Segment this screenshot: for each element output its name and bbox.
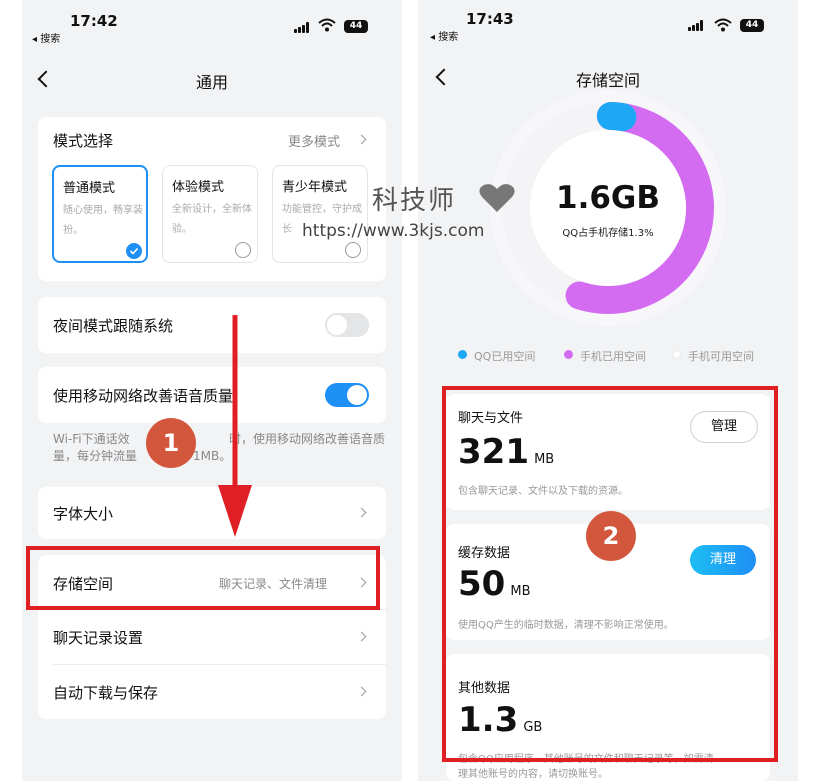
highlight-box-sections: [442, 386, 778, 762]
toggle-knob: [347, 385, 367, 405]
back-to-app-link[interactable]: ◂ 搜索: [32, 30, 60, 45]
legend-dot-available: [672, 350, 681, 359]
chat-settings-label: 聊天记录设置: [53, 629, 144, 647]
mobile-voice-desc-1: Wi-Fi下通话效: [53, 432, 130, 446]
wifi-icon: [318, 18, 336, 36]
legend-label-available: 手机可用空间: [688, 350, 754, 363]
highlight-box-storage: [26, 546, 380, 610]
ring-center-subtitle: QQ占手机存储1.3%: [562, 228, 654, 239]
mode-title: 青少年模式: [282, 180, 348, 195]
watermark-url: https://www.3kjs.com: [302, 221, 485, 241]
signal-icon: [294, 22, 312, 33]
mode-select-title: 模式选择: [53, 132, 114, 150]
radio-icon[interactable]: [235, 242, 251, 258]
mode-option-normal[interactable]: 普通模式 随心使用，畅享装扮。: [52, 165, 148, 263]
mode-title: 普通模式: [63, 181, 116, 196]
signal-icon: [688, 20, 706, 31]
mobile-voice-desc-3: 量，每分钟流量: [53, 449, 138, 463]
mode-title: 体验模式: [172, 180, 225, 195]
mobile-voice-label: 使用移动网络改善语音质量: [53, 387, 234, 405]
legend-label-qq: QQ已用空间: [474, 350, 536, 363]
legend-dot-qq: [458, 350, 467, 359]
night-mode-toggle[interactable]: [325, 313, 369, 337]
chat-settings-row[interactable]: 聊天记录设置: [38, 610, 386, 664]
step-badge-1: 1: [146, 418, 196, 468]
battery-icon: 44: [740, 19, 764, 32]
ring-center-value: 1.6GB: [556, 180, 660, 216]
font-size-label: 字体大小: [53, 505, 114, 523]
mode-select-card: 模式选择 更多模式 普通模式 随心使用，畅享装扮。 体验模式 全新设计，全新体验…: [38, 117, 386, 281]
section-desc-2: 理其他账号的内容，请切换账号。: [458, 769, 608, 780]
radio-icon[interactable]: [345, 242, 361, 258]
down-arrow-annotation: [218, 315, 252, 537]
check-icon[interactable]: [126, 243, 142, 259]
chevron-right-icon: [356, 686, 367, 697]
mode-desc: 随心使用，畅享装扮。: [63, 205, 143, 236]
mode-option-experience[interactable]: 体验模式 全新设计，全新体验。: [162, 165, 258, 263]
chevron-right-icon: [356, 631, 367, 642]
ring-qq-used: [596, 102, 637, 132]
page-title: 通用: [195, 73, 228, 92]
toggle-knob: [327, 315, 347, 335]
chevron-right-icon: [356, 507, 367, 518]
left-phone-screen: 17:42 ◂ 搜索 44 通用 模式选择 更多模式 普通模式 随心使用，畅享装…: [22, 0, 402, 781]
right-phone-screen: 17:43 ◂ 搜索 44 存储空间 1.6GB QQ占手机存储1.3% QQ已…: [418, 0, 798, 781]
more-modes-chevron-icon[interactable]: [356, 134, 367, 145]
more-modes-link[interactable]: 更多模式: [288, 131, 340, 150]
legend-label-phone-used: 手机已用空间: [580, 350, 646, 363]
back-to-app-link[interactable]: ◂ 搜索: [430, 28, 458, 43]
wifi-icon: [714, 17, 732, 36]
status-time: 17:43: [466, 10, 514, 28]
night-mode-label: 夜间模式跟随系统: [53, 317, 174, 335]
step-badge-2: 2: [586, 511, 636, 561]
auto-download-row[interactable]: 自动下载与保存: [38, 665, 386, 719]
watermark-text: 科技师: [372, 186, 457, 216]
status-time: 17:42: [70, 12, 118, 30]
legend-dot-phone-used: [564, 350, 573, 359]
mode-desc: 全新设计，全新体验。: [172, 204, 252, 235]
battery-icon: 44: [344, 20, 368, 33]
heart-icon: [479, 184, 515, 212]
mode-option-teen[interactable]: 青少年模式 功能管控，守护成长: [272, 165, 368, 263]
auto-download-label: 自动下载与保存: [53, 684, 159, 702]
mobile-voice-toggle[interactable]: [325, 383, 369, 407]
